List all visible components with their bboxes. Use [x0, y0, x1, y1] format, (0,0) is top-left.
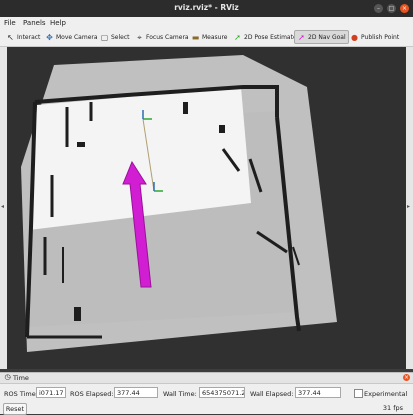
tool-bar: ↖ Interact ✥ Move Camera ▢ Select ⌖ Focu… — [0, 29, 413, 47]
focus-camera-icon: ⌖ — [137, 32, 142, 42]
select-icon: ▢ — [100, 32, 109, 42]
move-camera-icon: ✥ — [46, 32, 53, 42]
wall-elapsed-field[interactable]: 377.44 — [295, 387, 341, 398]
publish-point-tool-button[interactable]: ● Publish Point — [348, 31, 401, 43]
window-titlebar[interactable]: rviz.rviz* - RViz – □ × — [0, 0, 413, 18]
tool-label-pose-estimate: 2D Pose Estimate — [244, 33, 297, 41]
experimental-label: Experimental — [364, 390, 408, 398]
ros-elapsed-label: ROS Elapsed: — [70, 390, 114, 398]
ros-time-field[interactable]: i071.17 — [36, 387, 66, 398]
tool-label-interact: Interact — [17, 33, 41, 41]
wall-elapsed-label: Wall Elapsed: — [250, 390, 294, 398]
nav-goal-tool-button[interactable]: ➚ 2D Nav Goal — [294, 30, 349, 44]
clock-icon: ◷ — [4, 373, 11, 381]
chevron-right-icon: ▸ — [407, 203, 411, 210]
pose-estimate-icon: ➚ — [234, 32, 241, 42]
nav-goal-icon: ➚ — [298, 32, 305, 42]
move-camera-tool-button[interactable]: ✥ Move Camera — [43, 31, 100, 43]
render-viewport[interactable] — [7, 47, 406, 369]
wall-time-label: Wall Time: — [163, 390, 197, 398]
tool-label-focus-camera: Focus Camera — [146, 33, 189, 41]
interact-icon: ↖ — [7, 32, 14, 42]
time-panel-title: Time — [13, 374, 29, 382]
tool-label-select: Select — [111, 33, 130, 41]
reset-button[interactable]: Reset — [3, 403, 27, 415]
ros-time-label: ROS Time: — [4, 390, 38, 398]
wall-inner-11 — [74, 307, 81, 321]
tool-label-nav-goal: 2D Nav Goal — [308, 33, 346, 41]
right-dock-handle[interactable]: ▸ — [406, 47, 413, 369]
window-title: rviz.rviz* - RViz — [174, 3, 239, 12]
wall-inner-3 — [77, 142, 85, 147]
menu-panels[interactable]: Panels — [23, 19, 46, 27]
wall-time-field[interactable]: 654375071.20 — [199, 387, 245, 398]
left-dock-handle[interactable]: ◂ — [0, 47, 7, 369]
wall-inner-4 — [183, 102, 188, 114]
focus-camera-tool-button[interactable]: ⌖ Focus Camera — [133, 31, 191, 43]
ros-elapsed-field[interactable]: 377.44 — [114, 387, 158, 398]
measure-icon: ▬ — [191, 32, 200, 42]
chevron-left-icon: ◂ — [1, 203, 5, 210]
close-button[interactable]: × — [400, 4, 409, 13]
minimize-button[interactable]: – — [374, 4, 383, 13]
wall-inner-5 — [219, 125, 225, 133]
pose-estimate-tool-button[interactable]: ➚ 2D Pose Estimate — [231, 31, 299, 43]
menu-help[interactable]: Help — [50, 19, 66, 27]
menu-file[interactable]: File — [4, 19, 16, 27]
publish-point-icon: ● — [351, 32, 358, 42]
interact-tool-button[interactable]: ↖ Interact — [4, 31, 42, 43]
time-panel-header: ◷ Time × — [0, 373, 413, 384]
select-tool-button[interactable]: ▢ Select — [98, 31, 132, 43]
experimental-checkbox[interactable] — [354, 389, 363, 398]
fps-readout: 31 fps — [382, 404, 403, 412]
map-scene[interactable] — [7, 47, 406, 369]
time-panel: ◷ Time × ROS Time: i071.17 ROS Elapsed: … — [0, 372, 413, 415]
tool-label-move-camera: Move Camera — [56, 33, 98, 41]
close-panel-icon[interactable]: × — [403, 374, 410, 381]
tool-label-publish-point: Publish Point — [361, 33, 400, 41]
maximize-button[interactable]: □ — [387, 4, 396, 13]
tool-label-measure: Measure — [202, 33, 228, 41]
measure-tool-button[interactable]: ▬ Measure — [189, 31, 230, 43]
